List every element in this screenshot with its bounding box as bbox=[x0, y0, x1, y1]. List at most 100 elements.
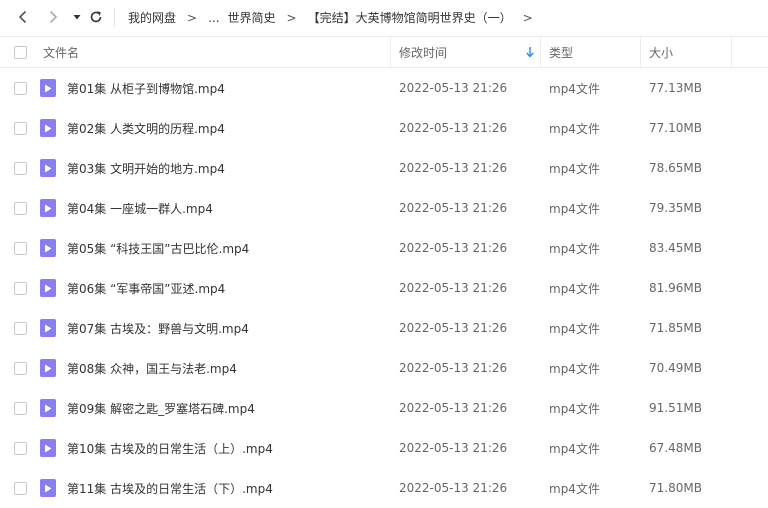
file-row[interactable]: 第02集 人类文明的历程.mp4 2022-05-13 21:26 mp4文件 77.… bbox=[0, 108, 768, 148]
file-modified-date: 2022-05-13 21:26 bbox=[399, 281, 508, 295]
row-checkbox[interactable] bbox=[14, 481, 27, 495]
column-header-name[interactable]: 文件名 bbox=[43, 37, 79, 67]
file-name[interactable]: 第02集 人类文明的历程.mp4 bbox=[67, 108, 225, 148]
column-divider[interactable] bbox=[390, 37, 391, 67]
row-checkbox[interactable] bbox=[14, 321, 27, 335]
file-size: 77.10MB bbox=[649, 121, 702, 135]
file-type: mp4文件 bbox=[549, 281, 600, 296]
video-file-icon bbox=[40, 359, 56, 377]
file-size: 67.48MB bbox=[649, 441, 702, 455]
file-name[interactable]: 第09集 解密之匙_罗塞塔石碑.mp4 bbox=[67, 388, 255, 428]
file-row[interactable]: 第05集 “科技王国”古巴比伦.mp4 2022-05-13 21:26 mp4文件… bbox=[0, 228, 768, 268]
row-checkbox[interactable] bbox=[14, 281, 27, 295]
file-size: 71.85MB bbox=[649, 321, 702, 335]
row-checkbox[interactable] bbox=[14, 81, 27, 95]
column-divider[interactable] bbox=[640, 37, 641, 67]
video-file-icon bbox=[40, 479, 56, 497]
row-checkbox-cell[interactable] bbox=[14, 308, 27, 348]
file-modified-date: 2022-05-13 21:26 bbox=[399, 321, 508, 335]
play-icon bbox=[45, 444, 52, 452]
video-file-icon-cell bbox=[40, 428, 56, 468]
forward-button[interactable] bbox=[44, 8, 62, 26]
back-button[interactable] bbox=[14, 8, 32, 26]
row-checkbox-cell[interactable] bbox=[14, 108, 27, 148]
video-file-icon-cell bbox=[40, 148, 56, 188]
column-divider[interactable] bbox=[540, 37, 541, 67]
breadcrumb-item-root[interactable]: 我的网盘 bbox=[128, 9, 176, 26]
sort-descending-icon[interactable] bbox=[525, 46, 535, 58]
file-name[interactable]: 第03集 文明开始的地方.mp4 bbox=[67, 148, 225, 188]
file-row[interactable]: 第09集 解密之匙_罗塞塔石碑.mp4 2022-05-13 21:26 mp4文件… bbox=[0, 388, 768, 428]
row-checkbox[interactable] bbox=[14, 441, 27, 455]
navigation-toolbar: 我的网盘 > ... 世界简史 > 【完结】大英博物馆简明世界史（一） > bbox=[0, 0, 768, 35]
row-checkbox[interactable] bbox=[14, 121, 27, 135]
file-size: 91.51MB bbox=[649, 401, 702, 415]
file-name[interactable]: 第11集 古埃及的日常生活（下）.mp4 bbox=[67, 468, 273, 508]
video-file-icon bbox=[40, 279, 56, 297]
row-checkbox-cell[interactable] bbox=[14, 68, 27, 108]
file-size: 79.35MB bbox=[649, 201, 702, 215]
breadcrumb-item-current[interactable]: 【完结】大英博物馆简明世界史（一） bbox=[308, 9, 512, 26]
file-name[interactable]: 第05集 “科技王国”古巴比伦.mp4 bbox=[67, 228, 249, 268]
file-row[interactable]: 第10集 古埃及的日常生活（上）.mp4 2022-05-13 21:26 mp4文… bbox=[0, 428, 768, 468]
file-modified-date: 2022-05-13 21:26 bbox=[399, 201, 508, 215]
row-checkbox[interactable] bbox=[14, 161, 27, 175]
breadcrumb-separator: > bbox=[187, 10, 198, 25]
file-name[interactable]: 第04集 一座城一群人.mp4 bbox=[67, 188, 213, 228]
video-file-icon bbox=[40, 79, 56, 97]
video-file-icon bbox=[40, 119, 56, 137]
file-row[interactable]: 第04集 一座城一群人.mp4 2022-05-13 21:26 mp4文件 79.3… bbox=[0, 188, 768, 228]
column-header-type[interactable]: 类型 bbox=[549, 37, 573, 67]
history-dropdown-button[interactable] bbox=[68, 8, 86, 26]
video-file-icon-cell bbox=[40, 108, 56, 148]
chevron-left-icon bbox=[18, 10, 27, 24]
select-all-checkbox[interactable] bbox=[14, 37, 27, 67]
play-icon bbox=[45, 124, 52, 132]
file-name[interactable]: 第01集 从柜子到博物馆.mp4 bbox=[67, 68, 225, 108]
file-type: mp4文件 bbox=[549, 121, 600, 136]
file-name[interactable]: 第08集 众神，国王与法老.mp4 bbox=[67, 348, 237, 388]
file-row[interactable]: 第06集 “军事帝国”亚述.mp4 2022-05-13 21:26 mp4文件 81… bbox=[0, 268, 768, 308]
file-row[interactable]: 第01集 从柜子到博物馆.mp4 2022-05-13 21:26 mp4文件 77.… bbox=[0, 68, 768, 108]
row-checkbox-cell[interactable] bbox=[14, 148, 27, 188]
file-row[interactable]: 第11集 古埃及的日常生活（下）.mp4 2022-05-13 21:26 mp4文… bbox=[0, 468, 768, 508]
video-file-icon bbox=[40, 399, 56, 417]
file-list-header: 文件名 修改时间 类型 大小 bbox=[0, 36, 768, 68]
row-checkbox-cell[interactable] bbox=[14, 428, 27, 468]
file-row[interactable]: 第07集 古埃及：野兽与文明.mp4 2022-05-13 21:26 mp4文件 7… bbox=[0, 308, 768, 348]
file-name[interactable]: 第10集 古埃及的日常生活（上）.mp4 bbox=[67, 428, 273, 468]
refresh-button[interactable] bbox=[87, 8, 105, 26]
row-checkbox[interactable] bbox=[14, 401, 27, 415]
breadcrumb-item-ellipsis[interactable]: ... bbox=[208, 11, 219, 25]
row-checkbox-cell[interactable] bbox=[14, 228, 27, 268]
column-header-size[interactable]: 大小 bbox=[649, 37, 673, 67]
column-divider[interactable] bbox=[731, 37, 732, 67]
file-row[interactable]: 第03集 文明开始的地方.mp4 2022-05-13 21:26 mp4文件 78.… bbox=[0, 148, 768, 188]
file-type: mp4文件 bbox=[549, 201, 600, 216]
file-type: mp4文件 bbox=[549, 241, 600, 256]
row-checkbox-cell[interactable] bbox=[14, 348, 27, 388]
video-file-icon bbox=[40, 199, 56, 217]
row-checkbox-cell[interactable] bbox=[14, 268, 27, 308]
row-checkbox[interactable] bbox=[14, 201, 27, 215]
breadcrumb-item-folder[interactable]: 世界简史 bbox=[228, 9, 276, 26]
file-name[interactable]: 第07集 古埃及：野兽与文明.mp4 bbox=[67, 308, 249, 348]
column-header-modified[interactable]: 修改时间 bbox=[399, 37, 447, 67]
file-size: 71.80MB bbox=[649, 481, 702, 495]
row-checkbox-cell[interactable] bbox=[14, 468, 27, 508]
video-file-icon-cell bbox=[40, 68, 56, 108]
video-file-icon-cell bbox=[40, 308, 56, 348]
file-type: mp4文件 bbox=[549, 361, 600, 376]
row-checkbox[interactable] bbox=[14, 361, 27, 375]
breadcrumb-separator: > bbox=[522, 10, 533, 25]
row-checkbox-cell[interactable] bbox=[14, 188, 27, 228]
breadcrumb-separator: > bbox=[286, 10, 297, 25]
file-name[interactable]: 第06集 “军事帝国”亚述.mp4 bbox=[67, 268, 225, 308]
file-row[interactable]: 第08集 众神，国王与法老.mp4 2022-05-13 21:26 mp4文件 70… bbox=[0, 348, 768, 388]
file-modified-date: 2022-05-13 21:26 bbox=[399, 241, 508, 255]
row-checkbox[interactable] bbox=[14, 241, 27, 255]
row-checkbox-cell[interactable] bbox=[14, 388, 27, 428]
checkbox[interactable] bbox=[14, 45, 27, 59]
play-icon bbox=[45, 84, 52, 92]
play-icon bbox=[45, 204, 52, 212]
